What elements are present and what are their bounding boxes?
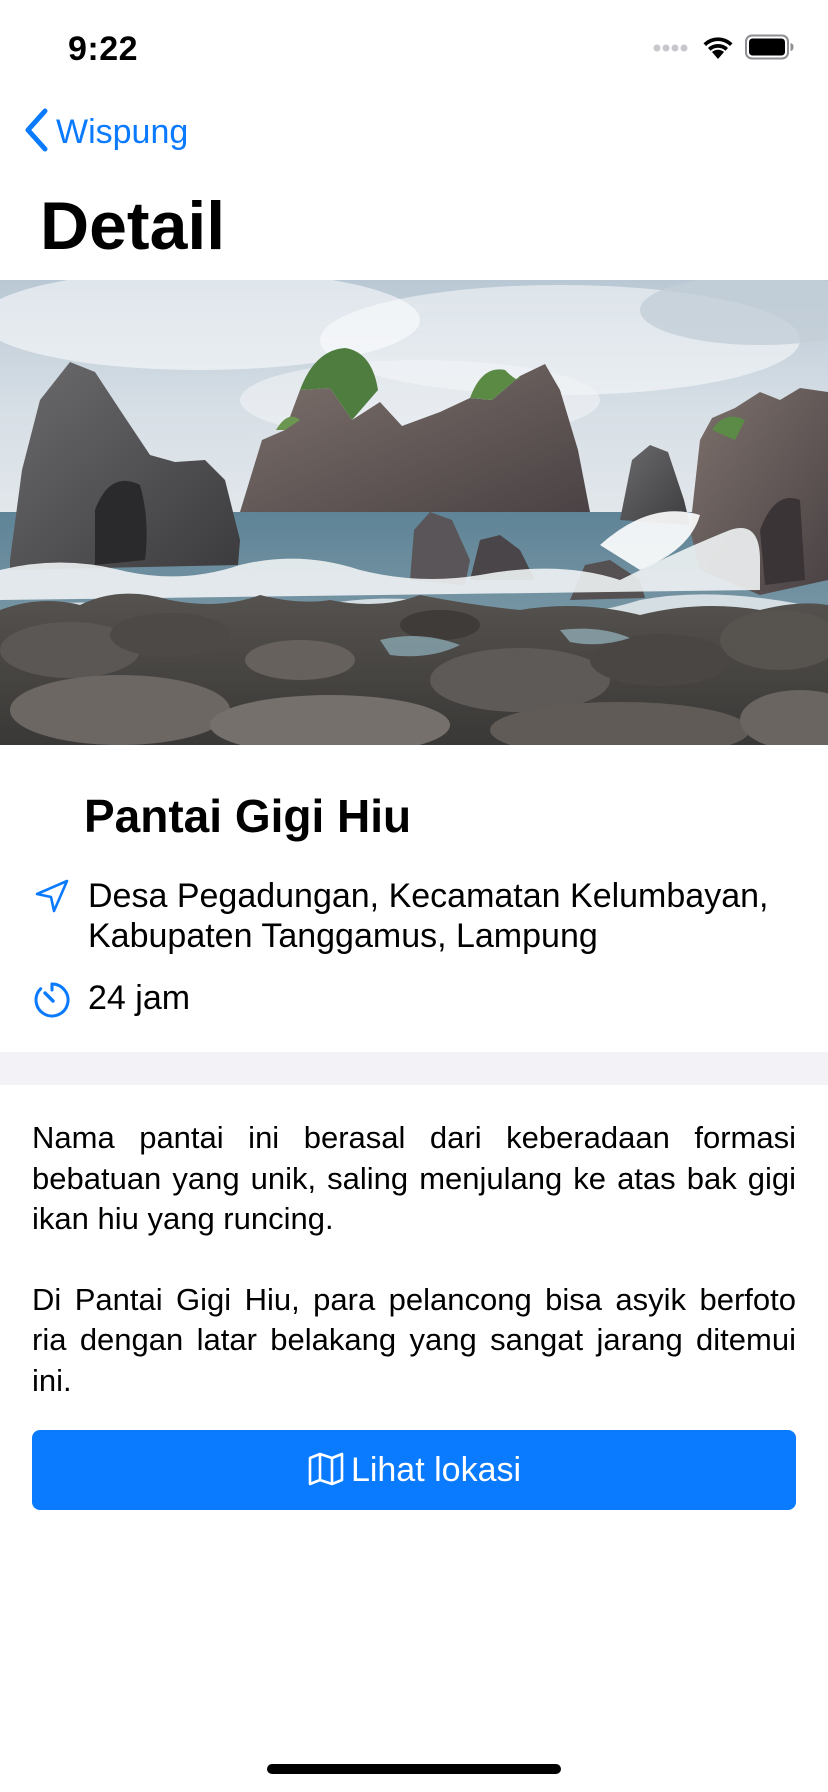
map-icon — [307, 1450, 345, 1491]
description-paragraph: Di Pantai Gigi Hiu, para pelancong bisa … — [32, 1281, 796, 1398]
view-location-button-label: Lihat lokasi — [350, 1450, 522, 1489]
view-location-button[interactable]: Lihat lokasi — [32, 1430, 796, 1510]
home-indicator[interactable] — [267, 1764, 561, 1774]
place-name: Pantai Gigi Hiu — [84, 790, 412, 842]
location-arrow-icon — [32, 876, 72, 916]
battery-icon — [745, 34, 795, 65]
description-paragraph: Nama pantai ini berasal dari keberadaan … — [32, 1120, 796, 1236]
page-title: Detail — [40, 188, 226, 264]
chevron-left-icon — [24, 108, 50, 157]
hours-text: 24 jam — [88, 979, 191, 1017]
address-row: Desa Pegadungan, Kecamatan Kelumbayan, K… — [32, 876, 808, 956]
hero-image — [0, 280, 828, 745]
address-text: Desa Pegadungan, Kecamatan Kelumbayan, K… — [88, 877, 769, 955]
description: Nama pantai ini berasal dari keberadaan … — [32, 1118, 796, 1441]
section-separator — [0, 1052, 828, 1085]
timer-icon — [32, 980, 72, 1020]
status-bar: 9:22 — [0, 0, 828, 100]
status-time: 9:22 — [68, 30, 139, 68]
wifi-icon — [701, 34, 735, 65]
back-button-label: Wispung — [56, 113, 189, 151]
cellular-signal-icon — [653, 40, 691, 58]
status-icons — [653, 34, 795, 64]
back-button[interactable]: Wispung — [24, 108, 188, 156]
hours-row: 24 jam — [32, 978, 808, 1020]
